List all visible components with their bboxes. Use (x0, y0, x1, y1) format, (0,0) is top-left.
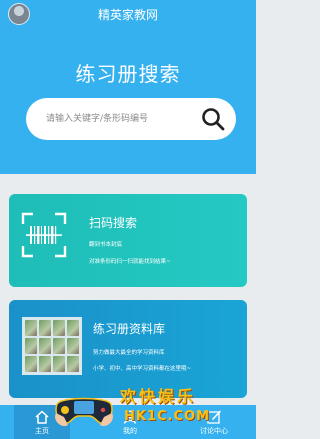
app-title: 精英家教网 (97, 8, 158, 22)
tab-discussion[interactable]: 讨论中心 (186, 405, 242, 439)
tab-mine[interactable]: 我的 (102, 405, 158, 439)
bottom-tabbar: 主页 我的 讨论中心 (0, 405, 256, 439)
card-line: 对准条形码扫一扫就能找到结果~ (89, 259, 171, 265)
card-line: 翻到书本封底 (89, 242, 123, 248)
card-title: 扫码搜索 (89, 216, 138, 230)
scan-search-card[interactable]: 扫码搜索 翻到书本封底 对准条形码扫一扫就能找到结果~ (9, 194, 247, 287)
header: 精英家教网 练习册搜索 (0, 0, 256, 174)
search-input[interactable] (46, 109, 196, 129)
tab-label: 主页 (35, 427, 49, 435)
edit-icon (207, 410, 221, 424)
hero-title: 练习册搜索 (75, 62, 181, 86)
card-line: 努力做最大最全的学习资料库 (93, 350, 165, 356)
card-line: 小学、初中、高中学习资料都在这里哦~ (93, 366, 192, 372)
barcode-scan-icon (21, 212, 67, 258)
exercise-library-card[interactable]: 练习册资料库 努力做最大最全的学习资料库 小学、初中、高中学习资料都在这里哦~ (9, 300, 247, 398)
tab-home[interactable]: 主页 (14, 405, 70, 439)
search-icon[interactable] (200, 106, 226, 132)
tab-label: 我的 (123, 427, 137, 435)
tab-label: 讨论中心 (200, 427, 228, 435)
card-title: 练习册资料库 (93, 322, 166, 336)
book-thumbnails (22, 317, 82, 375)
home-icon (35, 410, 49, 424)
search-bar[interactable] (26, 98, 236, 140)
user-icon (123, 410, 137, 424)
